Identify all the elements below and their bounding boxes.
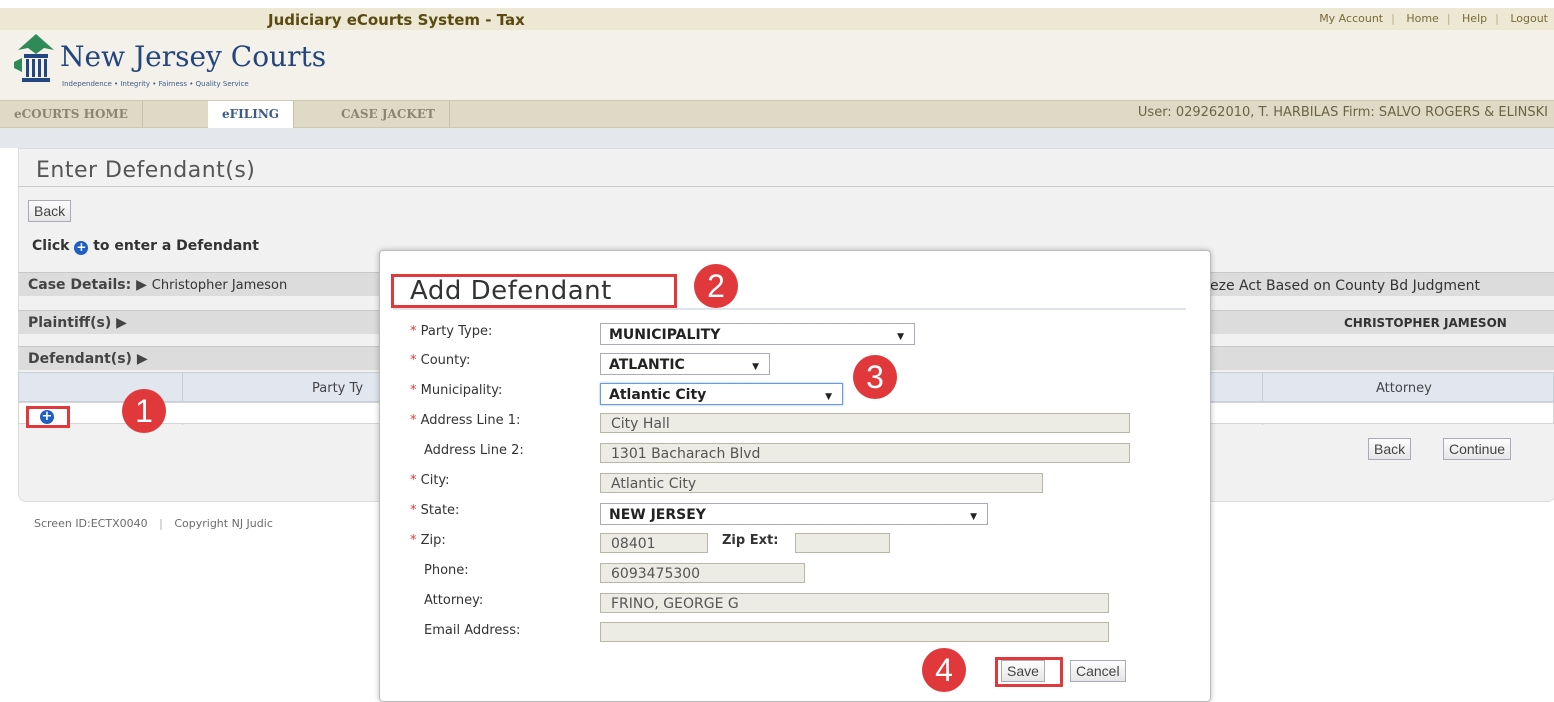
address2-label: Address Line 2: — [424, 443, 524, 458]
grid-col-party-type: Party Ty — [312, 381, 364, 396]
required-marker: * — [410, 503, 417, 518]
courthouse-logo-icon — [14, 34, 54, 82]
back-button-bottom[interactable]: Back — [1368, 438, 1412, 460]
top-links: My Account | Home | Help | Logout — [1319, 12, 1548, 25]
city-field[interactable]: Atlantic City — [600, 473, 1043, 493]
plus-circle-icon[interactable]: + — [40, 410, 54, 424]
logo-tagline: Independence • Integrity • Fairness • Qu… — [62, 80, 249, 88]
header-strip — [0, 128, 1554, 148]
phone-field[interactable]: 6093475300 — [600, 563, 805, 583]
municipality-select[interactable]: Atlantic City ▼ — [600, 383, 843, 405]
required-marker: * — [410, 413, 417, 428]
footer: Screen ID:ECTX0040 | Copyright NJ Judic — [34, 517, 273, 530]
case-details-right: eze Act Based on County Bd Judgment — [1210, 278, 1480, 294]
zip-field[interactable]: 08401 — [600, 533, 708, 553]
required-marker: * — [410, 473, 417, 488]
dropdown-arrow-icon: ▼ — [897, 332, 904, 342]
logout-link[interactable]: Logout — [1510, 12, 1548, 25]
save-button[interactable]: Save — [1001, 660, 1045, 682]
page-title: Enter Defendant(s) — [36, 158, 256, 183]
zip-ext-field[interactable] — [795, 533, 890, 553]
footer-copyright: Copyright NJ Judic — [174, 517, 273, 530]
address2-field[interactable]: 1301 Bacharach Blvd — [600, 443, 1130, 463]
dialog-title-rule — [393, 308, 1186, 310]
tab-case-jacket[interactable]: CASE JACKET — [327, 101, 450, 127]
help-link[interactable]: Help — [1462, 12, 1487, 25]
cancel-button[interactable]: Cancel — [1070, 660, 1126, 682]
system-title: Judiciary eCourts System - Tax — [268, 11, 525, 29]
back-button[interactable]: Back — [28, 200, 72, 222]
zip-label: * Zip: — [410, 533, 446, 548]
dialog-title: Add Defendant — [410, 276, 612, 306]
continue-button[interactable]: Continue — [1443, 438, 1512, 460]
email-label: Email Address: — [424, 623, 521, 638]
dropdown-arrow-icon: ▼ — [825, 392, 832, 402]
home-link[interactable]: Home — [1406, 12, 1438, 25]
party-type-select[interactable]: MUNICIPALITY ▼ — [600, 323, 915, 345]
county-label: * County: — [410, 353, 471, 368]
required-marker: * — [410, 533, 417, 548]
click-hint: Click + to enter a Defendant — [32, 238, 259, 255]
state-label: * State: — [410, 503, 460, 518]
my-account-link[interactable]: My Account — [1319, 12, 1383, 25]
address1-field[interactable]: City Hall — [600, 413, 1130, 433]
triangle-right-icon: ▶ — [136, 277, 147, 293]
logo-title: New Jersey Courts — [60, 40, 327, 73]
annotation-badge-2: 2 — [694, 264, 738, 308]
attorney-field[interactable]: FRINO, GEORGE G — [600, 593, 1109, 613]
footer-screen-id: Screen ID:ECTX0040 — [34, 517, 148, 530]
required-marker: * — [410, 324, 417, 339]
required-marker: * — [410, 383, 417, 398]
click-hint-suffix: to enter a Defendant — [93, 238, 259, 254]
phone-label: Phone: — [424, 563, 469, 578]
plaintiffs-label: Plaintiff(s) — [28, 315, 112, 331]
defendants-label: Defendant(s) — [28, 351, 132, 367]
triangle-right-icon: ▶ — [136, 351, 148, 367]
dropdown-arrow-icon: ▼ — [752, 362, 759, 372]
title-divider — [18, 186, 1554, 187]
click-hint-prefix: Click — [32, 238, 70, 254]
zip-ext-label: Zip Ext: — [722, 533, 779, 548]
annotation-badge-1: 1 — [122, 389, 166, 433]
case-details-text: Christopher Jameson — [151, 278, 288, 293]
city-label: * City: — [410, 473, 450, 488]
municipality-label: * Municipality: — [410, 383, 503, 398]
plaintiff-name: CHRISTOPHER JAMESON — [1344, 316, 1507, 330]
grid-col-attorney: Attorney — [1376, 381, 1432, 396]
dropdown-arrow-icon: ▼ — [970, 512, 977, 522]
party-type-label: * Party Type: — [410, 324, 493, 339]
email-field[interactable] — [600, 622, 1109, 642]
annotation-badge-4: 4 — [922, 648, 966, 692]
state-select[interactable]: NEW JERSEY ▼ — [600, 503, 988, 525]
address1-label: * Address Line 1: — [410, 413, 521, 428]
user-info: User: 029262010, T. HARBILAS Firm: SALVO… — [1137, 105, 1548, 120]
triangle-right-icon: ▶ — [116, 315, 127, 331]
annotation-badge-3: 3 — [853, 355, 897, 399]
plus-circle-icon: + — [74, 240, 89, 255]
county-select[interactable]: ATLANTIC ▼ — [600, 353, 770, 375]
required-marker: * — [410, 353, 417, 368]
tab-efiling[interactable]: eFILING — [208, 101, 295, 128]
tab-ecourts-home[interactable]: eCOURTS HOME — [0, 101, 143, 127]
case-details-label: Case Details: — [28, 277, 132, 293]
attorney-label: Attorney: — [424, 593, 484, 608]
